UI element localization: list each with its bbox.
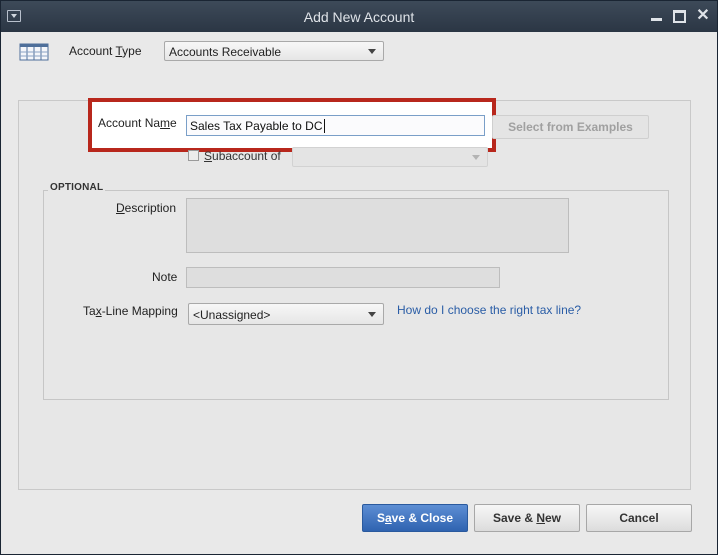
- save-and-close-button[interactable]: Save & Close: [362, 504, 468, 532]
- dropdown-arrow-icon[interactable]: [472, 155, 480, 160]
- account-name-label: Account Name: [98, 116, 177, 130]
- tax-line-mapping-value: <Unassigned>: [193, 308, 271, 322]
- optional-group-title: OPTIONAL: [48, 182, 106, 193]
- minimize-icon[interactable]: [650, 9, 664, 23]
- account-type-value: Accounts Receivable: [169, 45, 282, 59]
- save-and-new-button[interactable]: Save & New: [474, 504, 580, 532]
- select-from-examples-button[interactable]: Select from Examples: [492, 115, 649, 139]
- note-label: Note: [152, 270, 178, 284]
- subaccount-select[interactable]: [292, 147, 488, 167]
- description-textarea[interactable]: [186, 198, 569, 253]
- add-new-account-window: Add New Account ✕ Account Type Accounts …: [0, 0, 718, 555]
- dropdown-arrow-icon[interactable]: [368, 312, 376, 317]
- account-name-value: Sales Tax Payable to DC: [190, 119, 323, 133]
- account-register-icon: [19, 43, 49, 61]
- subaccount-label: Subaccount of: [204, 149, 281, 163]
- tax-line-mapping-select[interactable]: <Unassigned>: [188, 303, 384, 325]
- tax-line-help-link[interactable]: How do I choose the right tax line?: [397, 303, 581, 317]
- cancel-button[interactable]: Cancel: [586, 504, 692, 532]
- dropdown-arrow-icon[interactable]: [368, 49, 376, 54]
- account-type-label: Account Type: [69, 44, 142, 58]
- dialog-content: Account Type Accounts Receivable Account…: [2, 32, 716, 553]
- account-name-input[interactable]: Sales Tax Payable to DC: [186, 115, 485, 136]
- tax-line-mapping-label: Tax-Line Mapping: [83, 304, 178, 318]
- title-bar[interactable]: Add New Account ✕: [1, 1, 717, 32]
- account-type-select[interactable]: Accounts Receivable: [164, 41, 384, 61]
- window-title: Add New Account: [303, 9, 415, 25]
- text-cursor: [323, 119, 325, 133]
- maximize-icon[interactable]: [672, 9, 686, 23]
- note-input[interactable]: [186, 267, 500, 288]
- description-label: Description: [116, 201, 177, 215]
- close-icon[interactable]: ✕: [696, 8, 710, 24]
- subaccount-checkbox[interactable]: [188, 150, 199, 161]
